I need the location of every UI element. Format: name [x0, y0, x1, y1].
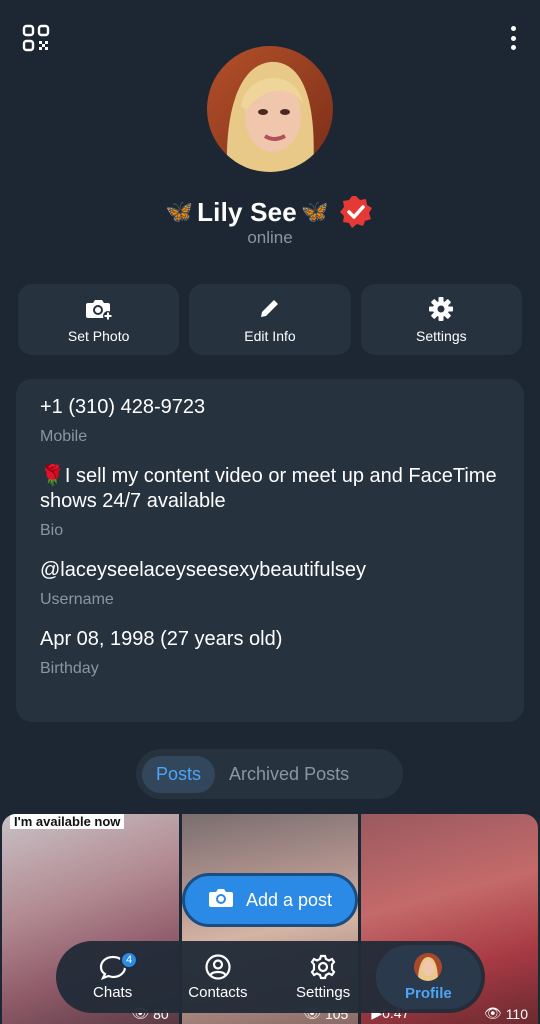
online-status: online: [247, 228, 293, 247]
eye-icon: 👁: [483, 1005, 502, 1021]
add-post-button[interactable]: Add a post: [182, 873, 358, 927]
phone-item[interactable]: +1 (310) 428-9723 Mobile: [40, 395, 500, 446]
tab-archived-posts[interactable]: Archived Posts: [215, 756, 363, 793]
profile-name-row: 🦋 Lily See 🦋: [0, 194, 540, 230]
post-views-count: 110: [505, 1005, 529, 1022]
set-photo-button[interactable]: Set Photo: [18, 284, 180, 355]
posts-tabs: Posts Archived Posts: [136, 749, 403, 799]
nav-chats-label: Chats: [93, 983, 133, 1001]
pencil-icon: [256, 296, 284, 322]
contacts-icon: [204, 953, 232, 980]
verified-badge-icon: [338, 194, 374, 230]
camera-icon: [208, 887, 234, 914]
birthday-text: Apr 08, 1998 (27 years old): [40, 628, 283, 650]
bio-label: Bio: [40, 522, 64, 539]
avatar: [414, 952, 443, 981]
edit-info-label: Edit Info: [244, 327, 296, 344]
camera-add-icon: [85, 296, 113, 322]
username-item[interactable]: @laceyseelaceyseesexybeautifulsey Userna…: [40, 558, 500, 609]
profile-name: Lily See: [197, 196, 297, 227]
profile-avatar[interactable]: [207, 46, 333, 172]
gear-icon: [427, 296, 455, 322]
phone-number: +1 (310) 428-9723: [40, 396, 206, 418]
bottom-nav: 4 Chats Contacts Settings Profile: [56, 941, 485, 1013]
settings-button[interactable]: Settings: [360, 284, 522, 355]
birthday-item[interactable]: Apr 08, 1998 (27 years old) Birthday: [40, 627, 500, 678]
more-options-icon[interactable]: [508, 24, 518, 52]
post-caption: I'm available now: [10, 814, 125, 829]
nav-settings[interactable]: Settings: [271, 945, 376, 1009]
phone-label: Mobile: [40, 428, 88, 445]
qr-code-icon[interactable]: [22, 24, 50, 52]
gear-icon: [309, 954, 337, 980]
butterfly-icon: 🦋: [300, 199, 329, 224]
nav-settings-label: Settings: [296, 983, 351, 1001]
username-text: @laceyseelaceyseesexybeautifulsey: [40, 559, 367, 581]
action-buttons: Set Photo Edit Info Settings: [18, 284, 522, 355]
birthday-label: Birthday: [40, 660, 99, 677]
profile-info-card: +1 (310) 428-9723 Mobile 🌹I sell my cont…: [16, 379, 524, 722]
tab-posts[interactable]: Posts: [142, 755, 216, 793]
nav-contacts-label: Contacts: [188, 983, 248, 1001]
username-label: Username: [40, 591, 114, 608]
nav-profile[interactable]: Profile: [375, 945, 481, 1009]
unread-badge: 4: [120, 951, 138, 969]
bio-text: 🌹I sell my content video or meet up and …: [40, 465, 497, 512]
settings-label: Settings: [416, 327, 467, 344]
edit-info-button[interactable]: Edit Info: [189, 284, 351, 355]
set-photo-label: Set Photo: [67, 327, 130, 344]
post-views: 👁 110: [484, 1005, 528, 1022]
nav-contacts[interactable]: Contacts: [165, 945, 270, 1009]
butterfly-icon: 🦋: [165, 199, 194, 224]
bio-item[interactable]: 🌹I sell my content video or meet up and …: [40, 464, 500, 540]
nav-profile-label: Profile: [405, 984, 452, 1002]
add-post-label: Add a post: [245, 889, 333, 910]
nav-chats[interactable]: 4 Chats: [60, 945, 165, 1009]
